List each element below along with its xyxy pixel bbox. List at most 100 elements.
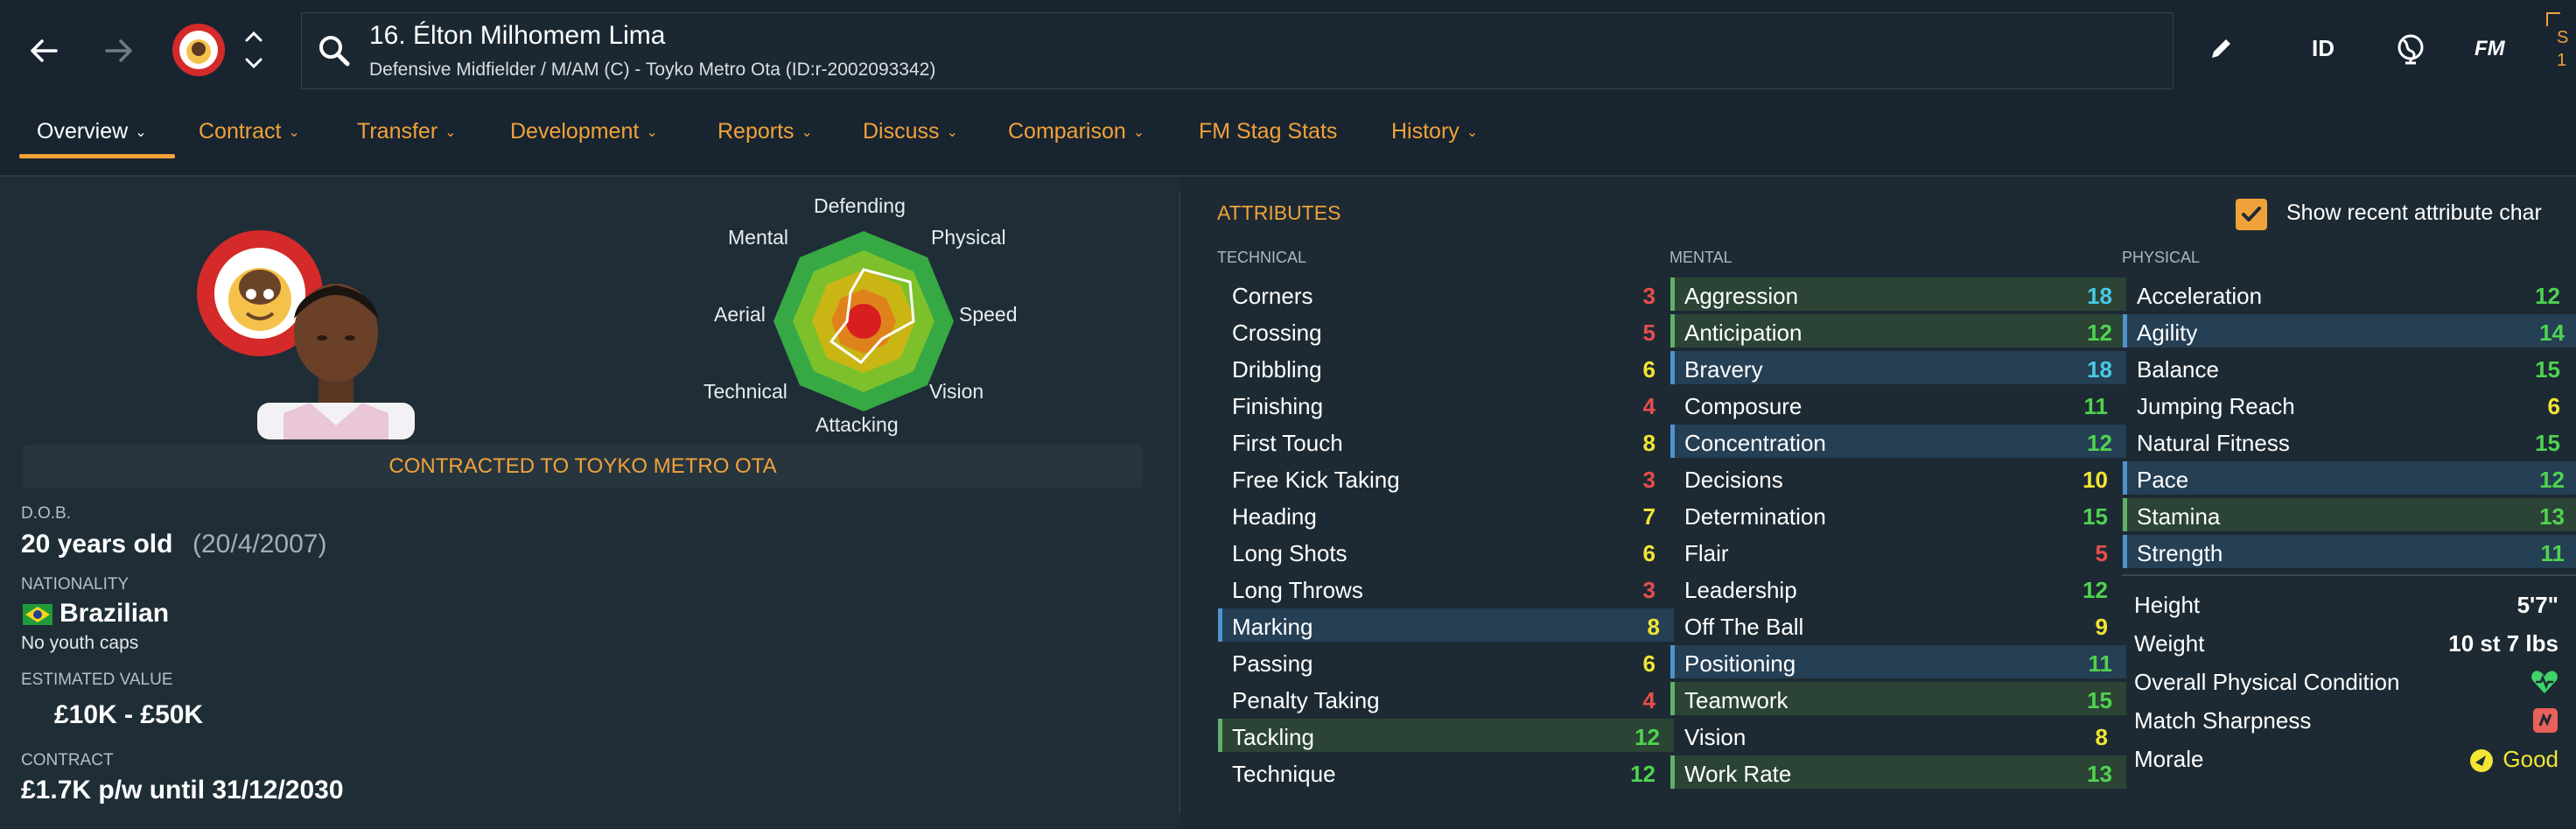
- back-button[interactable]: [18, 25, 70, 77]
- attribute-value: 18: [2087, 356, 2112, 383]
- player-switcher-arrows[interactable]: [242, 26, 266, 78]
- tab-label: Comparison: [1008, 119, 1126, 144]
- attribute-name: Positioning: [1684, 650, 1796, 677]
- attribute-value: 9: [2095, 614, 2108, 640]
- attribute-row-flair[interactable]: Flair 5: [1670, 535, 2122, 568]
- attribute-name: Tackling: [1232, 724, 1314, 750]
- attribute-row-decisions[interactable]: Decisions 10: [1670, 461, 2122, 495]
- attribute-row-determination[interactable]: Determination 15: [1670, 498, 2122, 531]
- physical-separator: [2122, 574, 2576, 576]
- tab-history[interactable]: History ⌄: [1391, 119, 1478, 144]
- tab-comparison[interactable]: Comparison ⌄: [1008, 119, 1144, 144]
- attribute-row-long-shots[interactable]: Long Shots 6: [1218, 535, 1670, 568]
- physical-info-value: [2532, 707, 2558, 740]
- player-name: 16. Élton Milhomem Lima: [369, 21, 666, 50]
- attribute-name: Dribbling: [1232, 356, 1322, 383]
- attribute-row-passing[interactable]: Passing 6: [1218, 645, 1670, 678]
- attribute-row-crossing[interactable]: Crossing 5: [1218, 314, 1670, 348]
- attribute-name: Leadership: [1684, 577, 1797, 603]
- attribute-radar-chart: [774, 231, 954, 411]
- attribute-name: Technique: [1232, 761, 1336, 787]
- attribute-row-off-the-ball[interactable]: Off The Ball 9: [1670, 608, 2122, 642]
- edit-button[interactable]: [2205, 33, 2236, 69]
- tab-development[interactable]: Development ⌄: [510, 119, 658, 144]
- tab-contract[interactable]: Contract ⌄: [199, 119, 300, 144]
- checkmark-icon: [2242, 207, 2261, 221]
- radar-label-physical: Physical: [931, 226, 1006, 249]
- tab-label: Contract: [199, 119, 282, 144]
- attribute-row-dribbling[interactable]: Dribbling 6: [1218, 351, 1670, 384]
- attribute-row-aggression[interactable]: Aggression 18: [1670, 278, 2126, 311]
- search-icon[interactable]: [317, 33, 352, 73]
- attribute-value: 8: [1647, 614, 1660, 640]
- fm-button[interactable]: FM: [2474, 37, 2505, 61]
- attribute-row-teamwork[interactable]: Teamwork 15: [1670, 682, 2126, 715]
- attribute-row-long-throws[interactable]: Long Throws 3: [1218, 572, 1670, 605]
- attribute-value: 11: [2088, 650, 2113, 677]
- attribute-name: Marking: [1232, 614, 1313, 640]
- id-button[interactable]: ID: [2312, 35, 2334, 62]
- tab-discuss[interactable]: Discuss ⌄: [863, 119, 958, 144]
- attribute-row-finishing[interactable]: Finishing 4: [1218, 388, 1670, 421]
- radar-label-mental: Mental: [728, 226, 789, 249]
- attribute-name: Pace: [2137, 467, 2189, 493]
- attribute-row-strength[interactable]: Strength 11: [2123, 535, 2576, 568]
- attribute-row-bravery[interactable]: Bravery 18: [1670, 351, 2126, 384]
- attribute-row-vision[interactable]: Vision 8: [1670, 719, 2122, 752]
- attribute-row-stamina[interactable]: Stamina 13: [2123, 498, 2576, 531]
- attribute-row-work-rate[interactable]: Work Rate 13: [1670, 755, 2126, 789]
- tab-fm-stag-stats[interactable]: FM Stag Stats: [1199, 119, 1337, 144]
- attribute-row-first-touch[interactable]: First Touch 8: [1218, 425, 1670, 458]
- chevron-down-icon: ⌄: [646, 125, 658, 141]
- globe-button[interactable]: [2393, 32, 2428, 71]
- tab-transfer[interactable]: Transfer ⌄: [357, 119, 457, 144]
- attribute-value: 11: [2083, 393, 2109, 419]
- attribute-row-penalty-taking[interactable]: Penalty Taking 4: [1218, 682, 1670, 715]
- attribute-row-composure[interactable]: Composure 11: [1670, 388, 2122, 421]
- attribute-row-concentration[interactable]: Concentration 12: [1670, 425, 2126, 458]
- attribute-value: 8: [2095, 724, 2108, 750]
- forward-button[interactable]: [93, 25, 145, 77]
- attribute-value: 15: [2535, 356, 2560, 383]
- physical-info-label: Height: [2134, 592, 2201, 618]
- attribute-row-heading[interactable]: Heading 7: [1218, 498, 1670, 531]
- physical-info-match-sharpness: Match Sharpness: [2134, 704, 2576, 741]
- physical-info-overall-physical-condition: Overall Physical Condition: [2134, 665, 2576, 702]
- attribute-row-free-kick-taking[interactable]: Free Kick Taking 3: [1218, 461, 1670, 495]
- globe-icon: [2398, 34, 2424, 65]
- attribute-row-corners[interactable]: Corners 3: [1218, 278, 1670, 311]
- attribute-value: 8: [1642, 430, 1656, 456]
- dob-value: (20/4/2007): [192, 530, 327, 559]
- tab-reports[interactable]: Reports ⌄: [718, 119, 813, 144]
- tab-label: Development: [510, 119, 640, 144]
- attribute-row-anticipation[interactable]: Anticipation 12: [1670, 314, 2126, 348]
- attribute-row-tackling[interactable]: Tackling 12: [1218, 719, 1674, 752]
- attribute-row-natural-fitness[interactable]: Natural Fitness 15: [2123, 425, 2574, 458]
- attribute-row-balance[interactable]: Balance 15: [2123, 351, 2574, 384]
- club-badge-small[interactable]: [172, 23, 226, 77]
- tab-overview[interactable]: Overview ⌄: [37, 119, 147, 144]
- recent-changes-checkbox[interactable]: [2236, 199, 2267, 230]
- attribute-name: Anticipation: [1684, 320, 1802, 346]
- radar-label-defending: Defending: [814, 194, 906, 217]
- attribute-row-technique[interactable]: Technique 12: [1218, 755, 1670, 789]
- attribute-name: Vision: [1684, 724, 1746, 750]
- attribute-name: Flair: [1684, 540, 1729, 566]
- physical-info-label: Weight: [2134, 630, 2205, 657]
- attribute-row-positioning[interactable]: Positioning 11: [1670, 645, 2126, 678]
- attribute-row-acceleration[interactable]: Acceleration 12: [2123, 278, 2574, 311]
- attribute-row-marking[interactable]: Marking 8: [1218, 608, 1674, 642]
- nationality-value[interactable]: Brazilian: [60, 599, 169, 629]
- physical-info-label: Match Sharpness: [2134, 707, 2312, 734]
- attribute-row-agility[interactable]: Agility 14: [2123, 314, 2576, 348]
- radar-label-vision: Vision: [929, 380, 984, 403]
- contract-label: CONTRACT: [21, 751, 114, 769]
- recent-changes-label[interactable]: Show recent attribute char: [2286, 200, 2542, 226]
- attribute-row-pace[interactable]: Pace 12: [2123, 461, 2576, 495]
- morale-value: Good: [2502, 746, 2558, 772]
- attribute-row-jumping-reach[interactable]: Jumping Reach 6: [2123, 388, 2574, 421]
- radar-label-speed: Speed: [959, 303, 1018, 326]
- chevron-down-icon: ⌄: [801, 125, 813, 141]
- attribute-row-leadership[interactable]: Leadership 12: [1670, 572, 2122, 605]
- attribute-name: Long Shots: [1232, 540, 1348, 566]
